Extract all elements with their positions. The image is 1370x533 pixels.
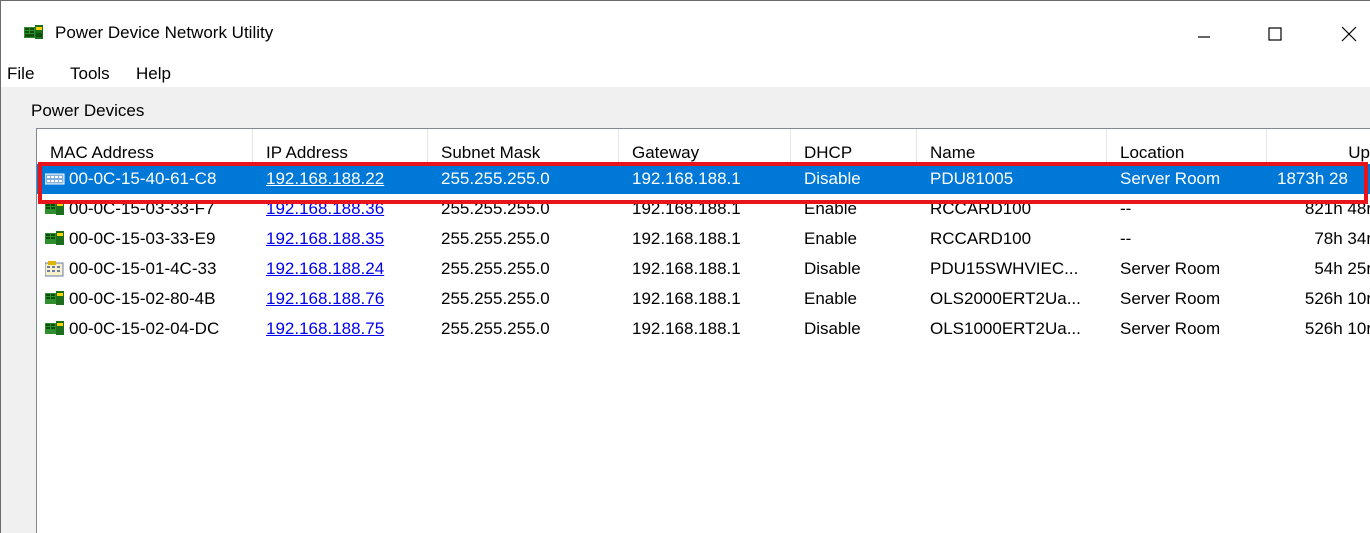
column-header-gateway[interactable]: Gateway — [619, 129, 791, 163]
gateway: 192.168.188.1 — [632, 289, 741, 308]
network-card-icon — [45, 201, 64, 215]
maximize-icon — [1268, 27, 1282, 41]
minimize-button[interactable] — [1181, 15, 1227, 53]
dhcp-status: Enable — [804, 199, 857, 218]
subnet-mask: 255.255.255.0 — [441, 319, 550, 338]
gateway: 192.168.188.1 — [632, 199, 741, 218]
ip-address-link[interactable]: 192.168.188.35 — [266, 224, 426, 254]
pdu-blue-icon — [45, 173, 65, 185]
client-area: Power Devices MAC Address IP Address Sub… — [1, 87, 1370, 533]
device-name: OLS2000ERT2Ua... — [930, 289, 1081, 308]
gateway: 192.168.188.1 — [632, 169, 741, 188]
mac-address: 00-0C-15-02-80-4B — [69, 289, 216, 308]
menu-bar: File Tools Help — [1, 59, 1370, 87]
mac-address: 00-0C-15-03-33-F7 — [69, 199, 215, 218]
column-header-dhcp[interactable]: DHCP — [791, 129, 917, 163]
gateway: 192.168.188.1 — [632, 319, 741, 338]
ip-address-link[interactable]: 192.168.188.36 — [266, 194, 426, 224]
network-card-icon — [45, 291, 64, 305]
mac-address: 00-0C-15-02-04-DC — [69, 319, 220, 338]
table-row[interactable]: 00-0C-15-03-33-E9 192.168.188.35 255.255… — [37, 224, 1370, 254]
dhcp-status: Enable — [804, 289, 857, 308]
column-header-subnet[interactable]: Subnet Mask — [428, 129, 619, 163]
dhcp-status: Enable — [804, 229, 857, 248]
power-devices-label: Power Devices — [31, 101, 145, 120]
uptime: 54h 25r — [1314, 259, 1370, 278]
subnet-mask: 255.255.255.0 — [441, 199, 550, 218]
mac-address: 00-0C-15-40-61-C8 — [69, 169, 217, 188]
device-location: Server Room — [1120, 319, 1221, 338]
subnet-mask: 255.255.255.0 — [441, 289, 550, 308]
title-bar[interactable]: Power Device Network Utility — [1, 1, 1370, 57]
column-header-ip[interactable]: IP Address — [253, 129, 428, 163]
app-window: Power Device Network Utility File Tools … — [0, 0, 1370, 533]
subnet-mask: 255.255.255.0 — [441, 229, 550, 248]
table-row[interactable]: 00-0C-15-03-33-F7 192.168.188.36 255.255… — [37, 194, 1370, 224]
uptime: 526h 10r — [1304, 319, 1370, 338]
ip-address-link[interactable]: 192.168.188.75 — [266, 314, 426, 344]
ip-address-link[interactable]: 192.168.188.76 — [266, 284, 426, 314]
uptime: 1873h 28 — [1277, 169, 1348, 188]
device-list[interactable]: MAC Address IP Address Subnet Mask Gatew… — [36, 128, 1370, 533]
list-header: MAC Address IP Address Subnet Mask Gatew… — [37, 129, 1370, 163]
subnet-mask: 255.255.255.0 — [441, 169, 550, 188]
menu-help[interactable]: Help — [136, 64, 171, 84]
maximize-button[interactable] — [1252, 15, 1298, 53]
subnet-mask: 255.255.255.0 — [441, 259, 550, 278]
device-location: Server Room — [1120, 169, 1221, 188]
table-row[interactable]: 00-0C-15-02-04-DC 192.168.188.75 255.255… — [37, 314, 1370, 344]
network-card-icon — [24, 25, 43, 39]
network-card-icon — [45, 321, 64, 335]
gateway: 192.168.188.1 — [632, 259, 741, 278]
column-header-uptime[interactable]: Up — [1267, 129, 1370, 163]
ip-address-link[interactable]: 192.168.188.22 — [266, 164, 426, 194]
uptime: 821h 48r — [1304, 199, 1370, 218]
table-row[interactable]: 00-0C-15-01-4C-33 192.168.188.24 255.255… — [37, 254, 1370, 284]
column-header-location[interactable]: Location — [1107, 129, 1267, 163]
gateway: 192.168.188.1 — [632, 229, 741, 248]
column-header-mac[interactable]: MAC Address — [37, 129, 253, 163]
pdu-switched-icon — [45, 261, 64, 277]
ip-address-link[interactable]: 192.168.188.24 — [266, 254, 426, 284]
device-name: PDU81005 — [930, 169, 1014, 188]
menu-file[interactable]: File — [7, 64, 34, 84]
window-title: Power Device Network Utility — [55, 23, 274, 42]
dhcp-status: Disable — [804, 259, 861, 278]
table-row[interactable]: 00-0C-15-40-61-C8 192.168.188.22 255.255… — [37, 164, 1370, 194]
device-location: -- — [1120, 229, 1132, 248]
menu-tools[interactable]: Tools — [70, 64, 110, 84]
device-name: PDU15SWHVIEC... — [930, 259, 1079, 278]
device-location: -- — [1120, 199, 1132, 218]
uptime: 78h 34r — [1314, 229, 1370, 248]
device-name: OLS1000ERT2Ua... — [930, 319, 1081, 338]
dhcp-status: Disable — [804, 169, 861, 188]
device-location: Server Room — [1120, 259, 1221, 278]
column-header-name[interactable]: Name — [917, 129, 1107, 163]
mac-address: 00-0C-15-01-4C-33 — [69, 259, 217, 278]
mac-address: 00-0C-15-03-33-E9 — [69, 229, 216, 248]
minimize-icon — [1198, 36, 1210, 38]
close-button[interactable] — [1326, 15, 1370, 53]
device-name: RCCARD100 — [930, 229, 1032, 248]
table-row[interactable]: 00-0C-15-02-80-4B 192.168.188.76 255.255… — [37, 284, 1370, 314]
network-card-icon — [45, 231, 64, 245]
dhcp-status: Disable — [804, 319, 861, 338]
uptime: 526h 10r — [1304, 289, 1370, 308]
device-name: RCCARD100 — [930, 199, 1032, 218]
close-icon — [1341, 26, 1357, 42]
device-location: Server Room — [1120, 289, 1221, 308]
